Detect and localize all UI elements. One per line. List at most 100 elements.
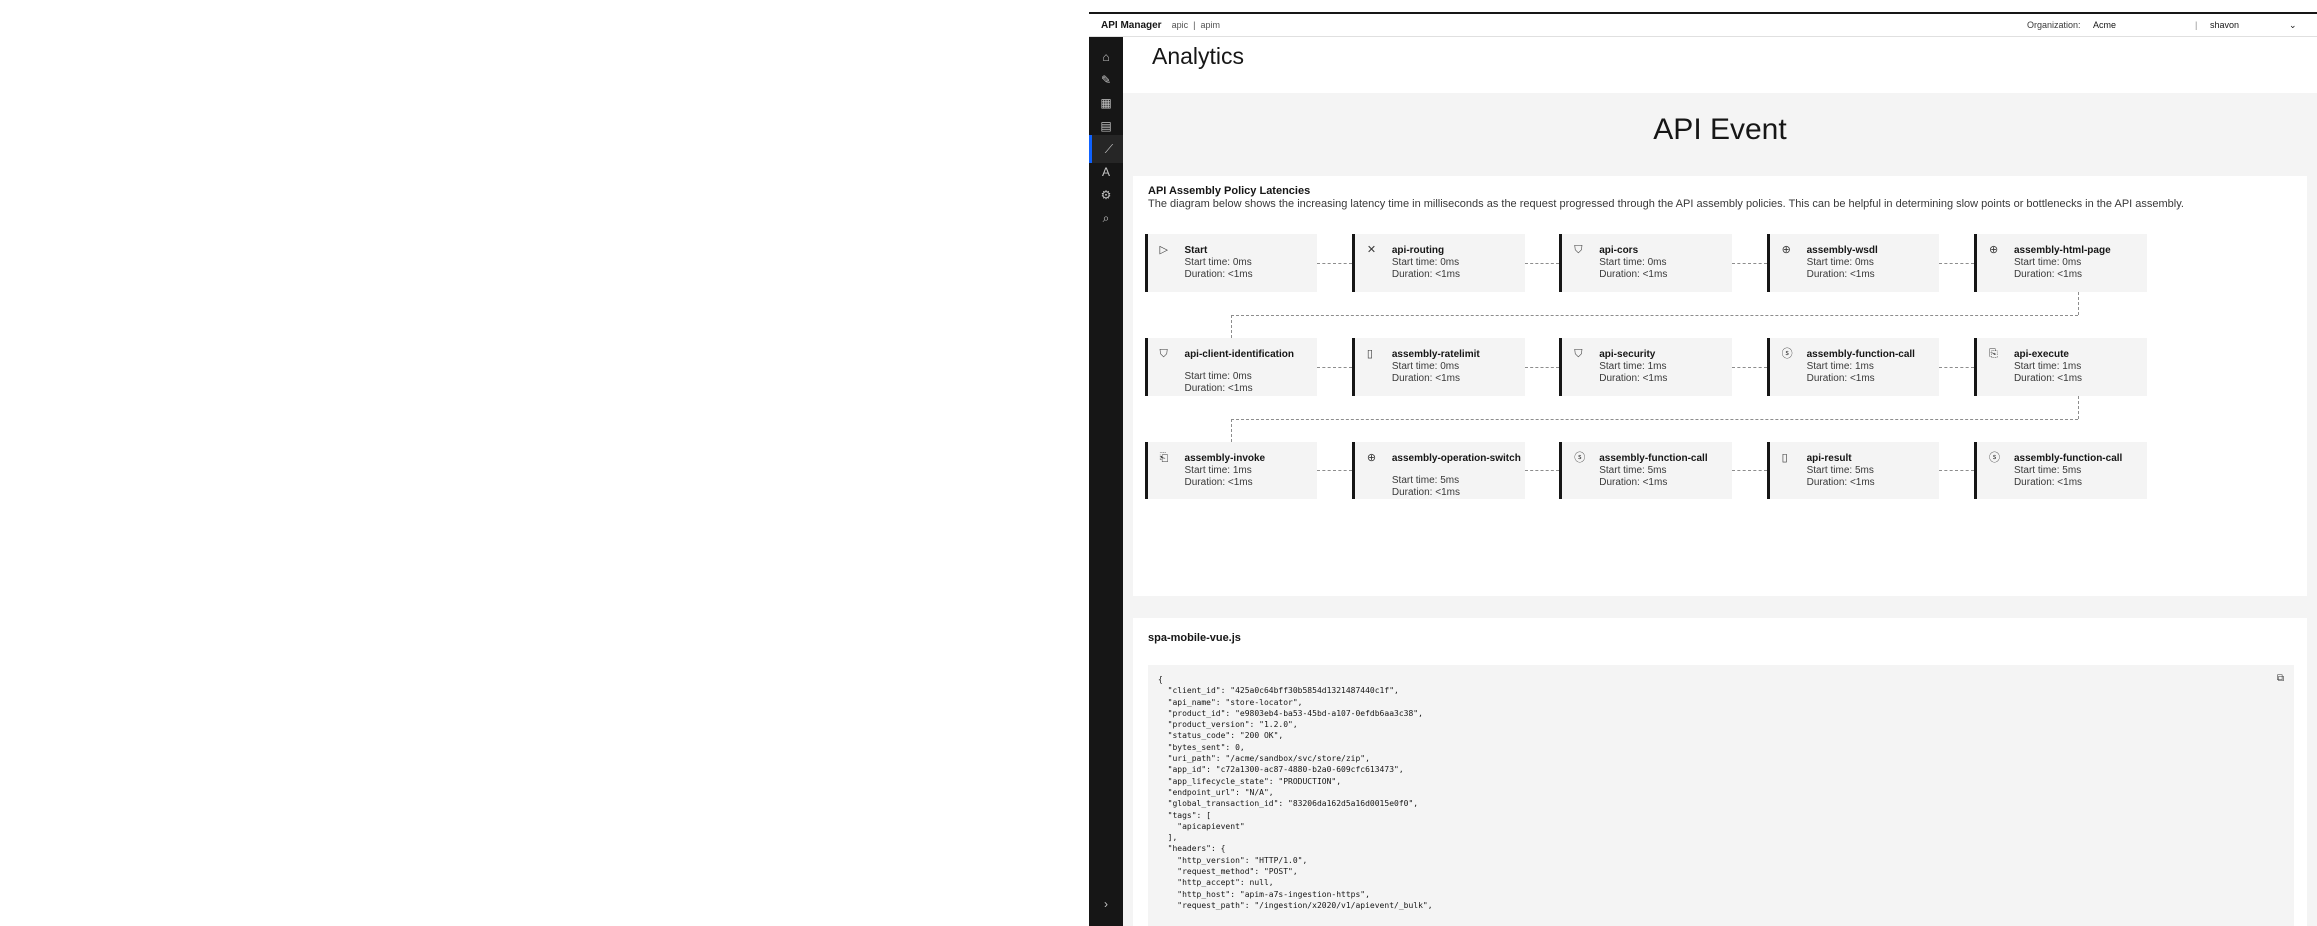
document-icon: ▯: [1366, 347, 1373, 360]
shield-icon: ⛉: [1574, 244, 1583, 257]
policy-latency-diagram: ▷ Start Start time: 0ms Duration: <1ms ✕ api-…: [1133, 96, 2307, 596]
policy-node[interactable]: ▷ Start Start time: 0ms Duration: <1ms: [1144, 234, 1318, 292]
edit-icon: ✎: [1100, 73, 1112, 87]
policy-name: api-routing: [1391, 245, 1445, 257]
policy-start-time: Start time: 0ms: [1391, 257, 1460, 269]
policy-node[interactable]: ▯ assembly-ratelimit Start time: 0ms Durati…: [1351, 337, 1525, 396]
policy-node[interactable]: ⎘ api-execute Start time: 1ms Duration: <1m…: [1973, 337, 2147, 396]
policy-duration: Duration: <1ms: [1184, 476, 1253, 488]
main-content: Analytics API Event API Assembly Policy …: [1123, 37, 2317, 926]
policy-name: api-result: [1806, 452, 1852, 464]
policy-start-time: Start time: 1ms: [1806, 360, 1874, 372]
policy-node[interactable]: ⛉ api-security Start time: 1ms Duration: <1…: [1559, 337, 1733, 396]
policy-name: assembly-operation-switch: [1391, 452, 1521, 464]
policy-start-time: Start time: 0ms: [1184, 257, 1252, 269]
connector-line: [1524, 263, 1560, 265]
policy-name: api-cors: [1599, 245, 1639, 257]
clipboard-icon: ▯: [1781, 451, 1788, 464]
connector-line: [1317, 263, 1352, 265]
policy-node[interactable]: ⓢ assembly-function-call Start time: 5ms Du…: [1973, 441, 2147, 500]
policy-node[interactable]: ⛉ api-cors Start time: 0ms Duration: <1ms: [1559, 234, 1733, 292]
globe-icon: ⊕: [1988, 244, 1999, 257]
connector-line: [2077, 291, 2079, 315]
top-header: API Manager apic | apim Organization: Acme…: [1089, 14, 2317, 37]
product-name[interactable]: API Manager: [1101, 20, 1162, 31]
json-code[interactable]: { "client_id": "425a0c64bff30b5854d13214…: [1158, 674, 1433, 911]
connector-line: [1230, 418, 1232, 442]
policy-node[interactable]: ⊕ assembly-operation-switch Start time: 5m…: [1351, 441, 1525, 500]
policy-start-time: Start time: 5ms: [1391, 474, 1460, 486]
settings-icon: ⚙: [1100, 188, 1112, 202]
policy-node[interactable]: ▯ api-result Start time: 5ms Duration: <1ms: [1766, 441, 1940, 500]
connector-line: [1732, 470, 1767, 472]
chevron-right-icon: ›: [1104, 897, 1108, 911]
app-window: API Manager apic | apim Organization: Acme…: [1089, 12, 2317, 926]
policy-node[interactable]: ⓢ assembly-function-call Start time: 5ms Du…: [1559, 441, 1733, 500]
shield-check-icon: ⛉: [1574, 347, 1583, 360]
policy-name: assembly-function-call: [1599, 452, 1708, 464]
chevron-down-icon[interactable]: ⌄: [2289, 20, 2297, 31]
policy-duration: Duration: <1ms: [1599, 476, 1668, 488]
policy-start-time: Start time: 1ms: [1599, 360, 1667, 372]
connector-line: [1317, 366, 1352, 368]
policy-node[interactable]: ⊕ assembly-html-page Start time: 0ms Durati…: [1973, 234, 2147, 292]
policy-duration: Duration: <1ms: [1806, 476, 1875, 488]
home-icon: ⌂: [1102, 50, 1110, 64]
nav-expand-button[interactable]: ›: [1089, 890, 1123, 918]
organization-label: Organization:: [2027, 20, 2081, 30]
connector-line: [1732, 263, 1767, 265]
policy-duration: Duration: <1ms: [1806, 372, 1875, 384]
translate-icon: A: [1101, 165, 1110, 179]
nav-search[interactable]: ⌕: [1089, 204, 1123, 232]
connector-line: [1230, 314, 2078, 316]
globe-icon: ⊕: [1366, 451, 1377, 464]
policy-duration: Duration: <1ms: [1391, 372, 1460, 384]
organization-selector[interactable]: Acme: [2093, 20, 2116, 30]
connector-line: [1317, 470, 1352, 472]
side-nav: ⌂ ✎ ▦ ▤ ⟋ A ⚙ ⌕ ›: [1089, 37, 1126, 926]
connector-line: [1939, 470, 1974, 472]
copy-icon[interactable]: ⧉: [2277, 673, 2284, 684]
policy-start-time: Start time: 0ms: [1806, 257, 1874, 269]
policy-duration: Duration: <1ms: [2013, 476, 2083, 488]
connector-line: [1230, 418, 2078, 420]
routing-icon: ✕: [1366, 244, 1377, 257]
policy-start-time: Start time: 1ms: [1184, 464, 1252, 476]
breadcrumb-separator: |: [1193, 20, 1196, 30]
policy-node[interactable]: ⎗ assembly-invoke Start time: 1ms Duration:…: [1144, 441, 1318, 500]
policy-name: api-client-identification: [1184, 348, 1294, 360]
policy-name: assembly-function-call: [2013, 452, 2123, 464]
policy-name: assembly-wsdl: [1806, 245, 1878, 257]
policy-name: assembly-function-call: [1806, 348, 1915, 360]
policy-duration: Duration: <1ms: [1184, 269, 1253, 281]
apps-icon: ▦: [1100, 96, 1112, 110]
breadcrumb-provider[interactable]: apic: [1172, 20, 1189, 30]
policy-duration: Duration: <1ms: [1184, 382, 1253, 394]
policy-node[interactable]: ⛉ api-client-identification Start time: 0m…: [1144, 337, 1318, 396]
api-event-card: API Event API Assembly Policy Latencies …: [1133, 96, 2307, 596]
function-icon: ⓢ: [1781, 347, 1793, 360]
connector-line: [1230, 314, 1232, 338]
connector-line: [1939, 366, 1974, 368]
breadcrumb: apic | apim: [1172, 20, 1220, 30]
policy-node[interactable]: ✕ api-routing Start time: 0ms Duration: <1m…: [1351, 234, 1525, 292]
connector-line: [1524, 366, 1560, 368]
breadcrumb-org[interactable]: apim: [1200, 20, 1220, 30]
policy-name: api-security: [1599, 348, 1656, 360]
user-menu[interactable]: shavon: [2210, 20, 2239, 30]
policy-node[interactable]: ⊕ assembly-wsdl Start time: 0ms Duration: <…: [1766, 234, 1940, 292]
globe-icon: ⊕: [1781, 244, 1791, 257]
policy-duration: Duration: <1ms: [1599, 372, 1668, 384]
json-title: spa-mobile-vue.js: [1148, 632, 1241, 644]
policy-node[interactable]: ⓢ assembly-function-call Start time: 1ms Du…: [1766, 337, 1940, 396]
policy-duration: Duration: <1ms: [2013, 372, 2083, 384]
execute-icon: ⎘: [1988, 347, 1998, 360]
policy-duration: Duration: <1ms: [2013, 269, 2083, 281]
code-snippet[interactable]: { "client_id": "425a0c64bff30b5854d13214…: [1148, 665, 2294, 926]
invoke-icon: ⎗: [1159, 451, 1169, 464]
policy-start-time: Start time: 0ms: [1599, 257, 1667, 269]
policy-start-time: Start time: 5ms: [2013, 464, 2082, 476]
policy-name: assembly-ratelimit: [1391, 348, 1480, 360]
function-icon: ⓢ: [1988, 451, 2000, 464]
catalog-icon: ▤: [1100, 119, 1112, 133]
